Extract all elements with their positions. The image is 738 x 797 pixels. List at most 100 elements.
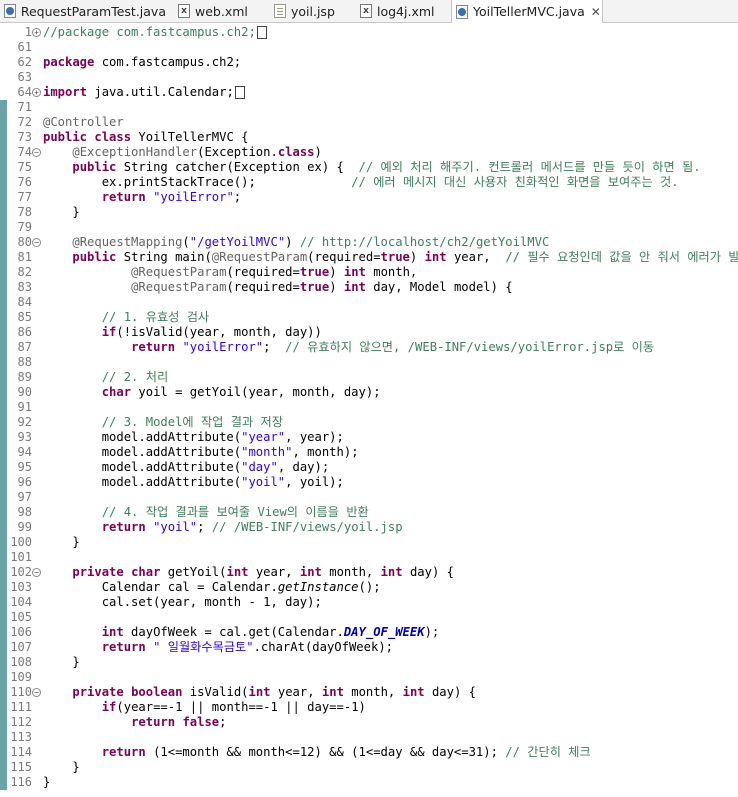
collapse-fold-icon[interactable]: − [32,238,41,247]
code-line[interactable]: 113 [0,730,738,745]
code-line[interactable]: 97 [0,490,738,505]
expand-fold-icon[interactable]: + [32,28,41,37]
code-line[interactable]: 82 @RequestParam(required=true) int mont… [0,265,738,280]
code-text: return "yoilError"; [101,190,242,204]
code-line[interactable]: 75 public String catcher(Exception ex) {… [0,160,738,175]
tab-web-xml[interactable]: x web.xml [174,0,262,22]
code-line[interactable]: 114 return (1<=month && month<=12) && (1… [0,745,738,760]
collapse-fold-icon[interactable]: − [32,688,41,697]
tab-yoiltellermvc[interactable]: YoilTellerMVC.java ✕ [451,0,603,23]
line-number: 81 [17,250,32,264]
code-line[interactable]: 107 return " 일월화수목금토".charAt(dayOfWeek); [0,640,738,655]
change-marker [0,115,7,130]
tab-label: yoil.jsp [291,3,335,19]
code-line[interactable]: 112 return false; [0,715,738,730]
code-text: if(!isValid(year, month, day)) [101,325,322,339]
change-marker [0,190,7,205]
change-marker [0,625,7,640]
code-line[interactable]: 61 [0,40,738,55]
line-number: 104 [10,595,32,609]
code-text: public class YoilTellerMVC { [43,130,249,144]
line-number: 1 [24,25,32,39]
code-line[interactable]: 105 [0,610,738,625]
code-line[interactable]: 1 +//package com.fastcampus.ch2; [0,25,738,40]
change-marker [0,460,7,475]
code-text: cal.set(year, month - 1, day); [43,595,322,609]
code-line[interactable]: 92 // 3. Model에 작업 결과 저장 [0,415,738,430]
code-line[interactable]: 111 if(year==-1 || month==-1 || day==-1) [0,700,738,715]
code-line[interactable]: 108 } [0,655,738,670]
change-marker [0,745,7,760]
code-line[interactable]: 64 + import java.util.Calendar; [0,85,738,100]
line-number: 74 [17,145,32,159]
code-line[interactable]: 62 package com.fastcampus.ch2; [0,55,738,70]
code-line[interactable]: 91 [0,400,738,415]
code-line[interactable]: 81 public String main(@RequestParam(requ… [0,250,738,265]
code-line[interactable]: 110− private boolean isValid(int year, i… [0,685,738,700]
code-line[interactable]: 116} [0,775,738,790]
folded-code-marker[interactable] [234,86,245,99]
code-editor[interactable]: 1 +//package com.fastcampus.ch2; 61 62 packa… [0,23,738,797]
code-line[interactable]: 102− private char getYoil(int year, int … [0,565,738,580]
code-line[interactable]: 80− @RequestMapping("/getYoilMVC") // ht… [0,235,738,250]
code-line[interactable]: 89 // 2. 처리 [0,370,738,385]
code-line[interactable]: 104 cal.set(year, month - 1, day); [0,595,738,610]
code-line[interactable]: 77 return "yoilError"; [0,190,738,205]
code-text: @RequestParam(required=true) int month, [131,265,418,279]
code-line[interactable]: 72 @Controller [0,115,738,130]
code-line[interactable]: 85 // 1. 유효성 검사 [0,310,738,325]
change-marker [0,775,7,790]
tab-requestparamtest[interactable]: RequestParamTest.java [0,0,166,22]
code-line[interactable]: 106 int dayOfWeek = cal.get(Calendar.DAY… [0,625,738,640]
code-line[interactable]: 71 [0,100,738,115]
change-marker [0,385,7,400]
code-line[interactable]: 94 model.addAttribute("month", month); [0,445,738,460]
change-marker [0,310,7,325]
code-line[interactable]: 90 char yoil = getYoil(year, month, day)… [0,385,738,400]
code-line[interactable]: 76 ex.printStackTrace(); // 에러 메시지 대신 사용… [0,175,738,190]
change-marker [0,505,7,520]
code-line[interactable]: 98 // 4. 작업 결과를 보여줄 View의 이름을 반환 [0,505,738,520]
code-line[interactable]: 83 @RequestParam(required=true) int day,… [0,280,738,295]
code-line[interactable]: 84 [0,295,738,310]
folded-code-marker[interactable] [256,26,267,39]
collapse-fold-icon[interactable]: − [32,568,41,577]
change-marker [0,565,7,580]
line-number: 105 [10,610,32,624]
code-line[interactable]: 63 [0,70,738,85]
collapse-fold-icon[interactable]: − [32,148,41,157]
code-line[interactable]: 86 if(!isValid(year, month, day)) [0,325,738,340]
change-marker [0,100,7,115]
code-line[interactable]: 100 } [0,535,738,550]
code-line[interactable]: 115 } [0,760,738,775]
code-line[interactable]: 78 } [0,205,738,220]
code-line[interactable]: 103 Calendar cal = Calendar.getInstance(… [0,580,738,595]
line-number: 102 [10,565,32,579]
close-tab-icon[interactable]: ✕ [591,5,601,19]
code-line[interactable]: 74− @ExceptionHandler(Exception.class) [0,145,738,160]
change-marker [0,400,7,415]
line-number: 90 [17,385,32,399]
code-text: @Controller [43,115,124,129]
expand-fold-icon[interactable]: + [32,88,41,97]
code-line[interactable]: 109 [0,670,738,685]
code-line[interactable]: 96 model.addAttribute("yoil", yoil); [0,475,738,490]
tab-yoil-jsp[interactable]: yoil.jsp [270,0,350,22]
line-number: 110 [10,685,32,699]
code-line[interactable]: 73 public class YoilTellerMVC { [0,130,738,145]
code-text: // 2. 처리 [101,370,169,384]
code-text: model.addAttribute("yoil", yoil); [43,475,344,489]
code-line[interactable]: 87 return "yoilError"; // 유효하지 않으면, /WEB… [0,340,738,355]
change-marker [0,280,7,295]
code-line[interactable]: 95 model.addAttribute("day", day); [0,460,738,475]
code-line[interactable]: 101 [0,550,738,565]
code-line[interactable]: 99 return "yoil"; // /WEB-INF/views/yoil… [0,520,738,535]
code-line[interactable]: 93 model.addAttribute("year", year); [0,430,738,445]
line-number: 116 [10,775,32,789]
line-number: 99 [17,520,32,534]
code-line[interactable]: 88 [0,355,738,370]
line-number: 85 [17,310,32,324]
code-text: private boolean isValid(int year, int mo… [72,685,476,699]
tab-log4j-xml[interactable]: x log4j.xml [356,0,444,22]
code-line[interactable]: 79 [0,220,738,235]
